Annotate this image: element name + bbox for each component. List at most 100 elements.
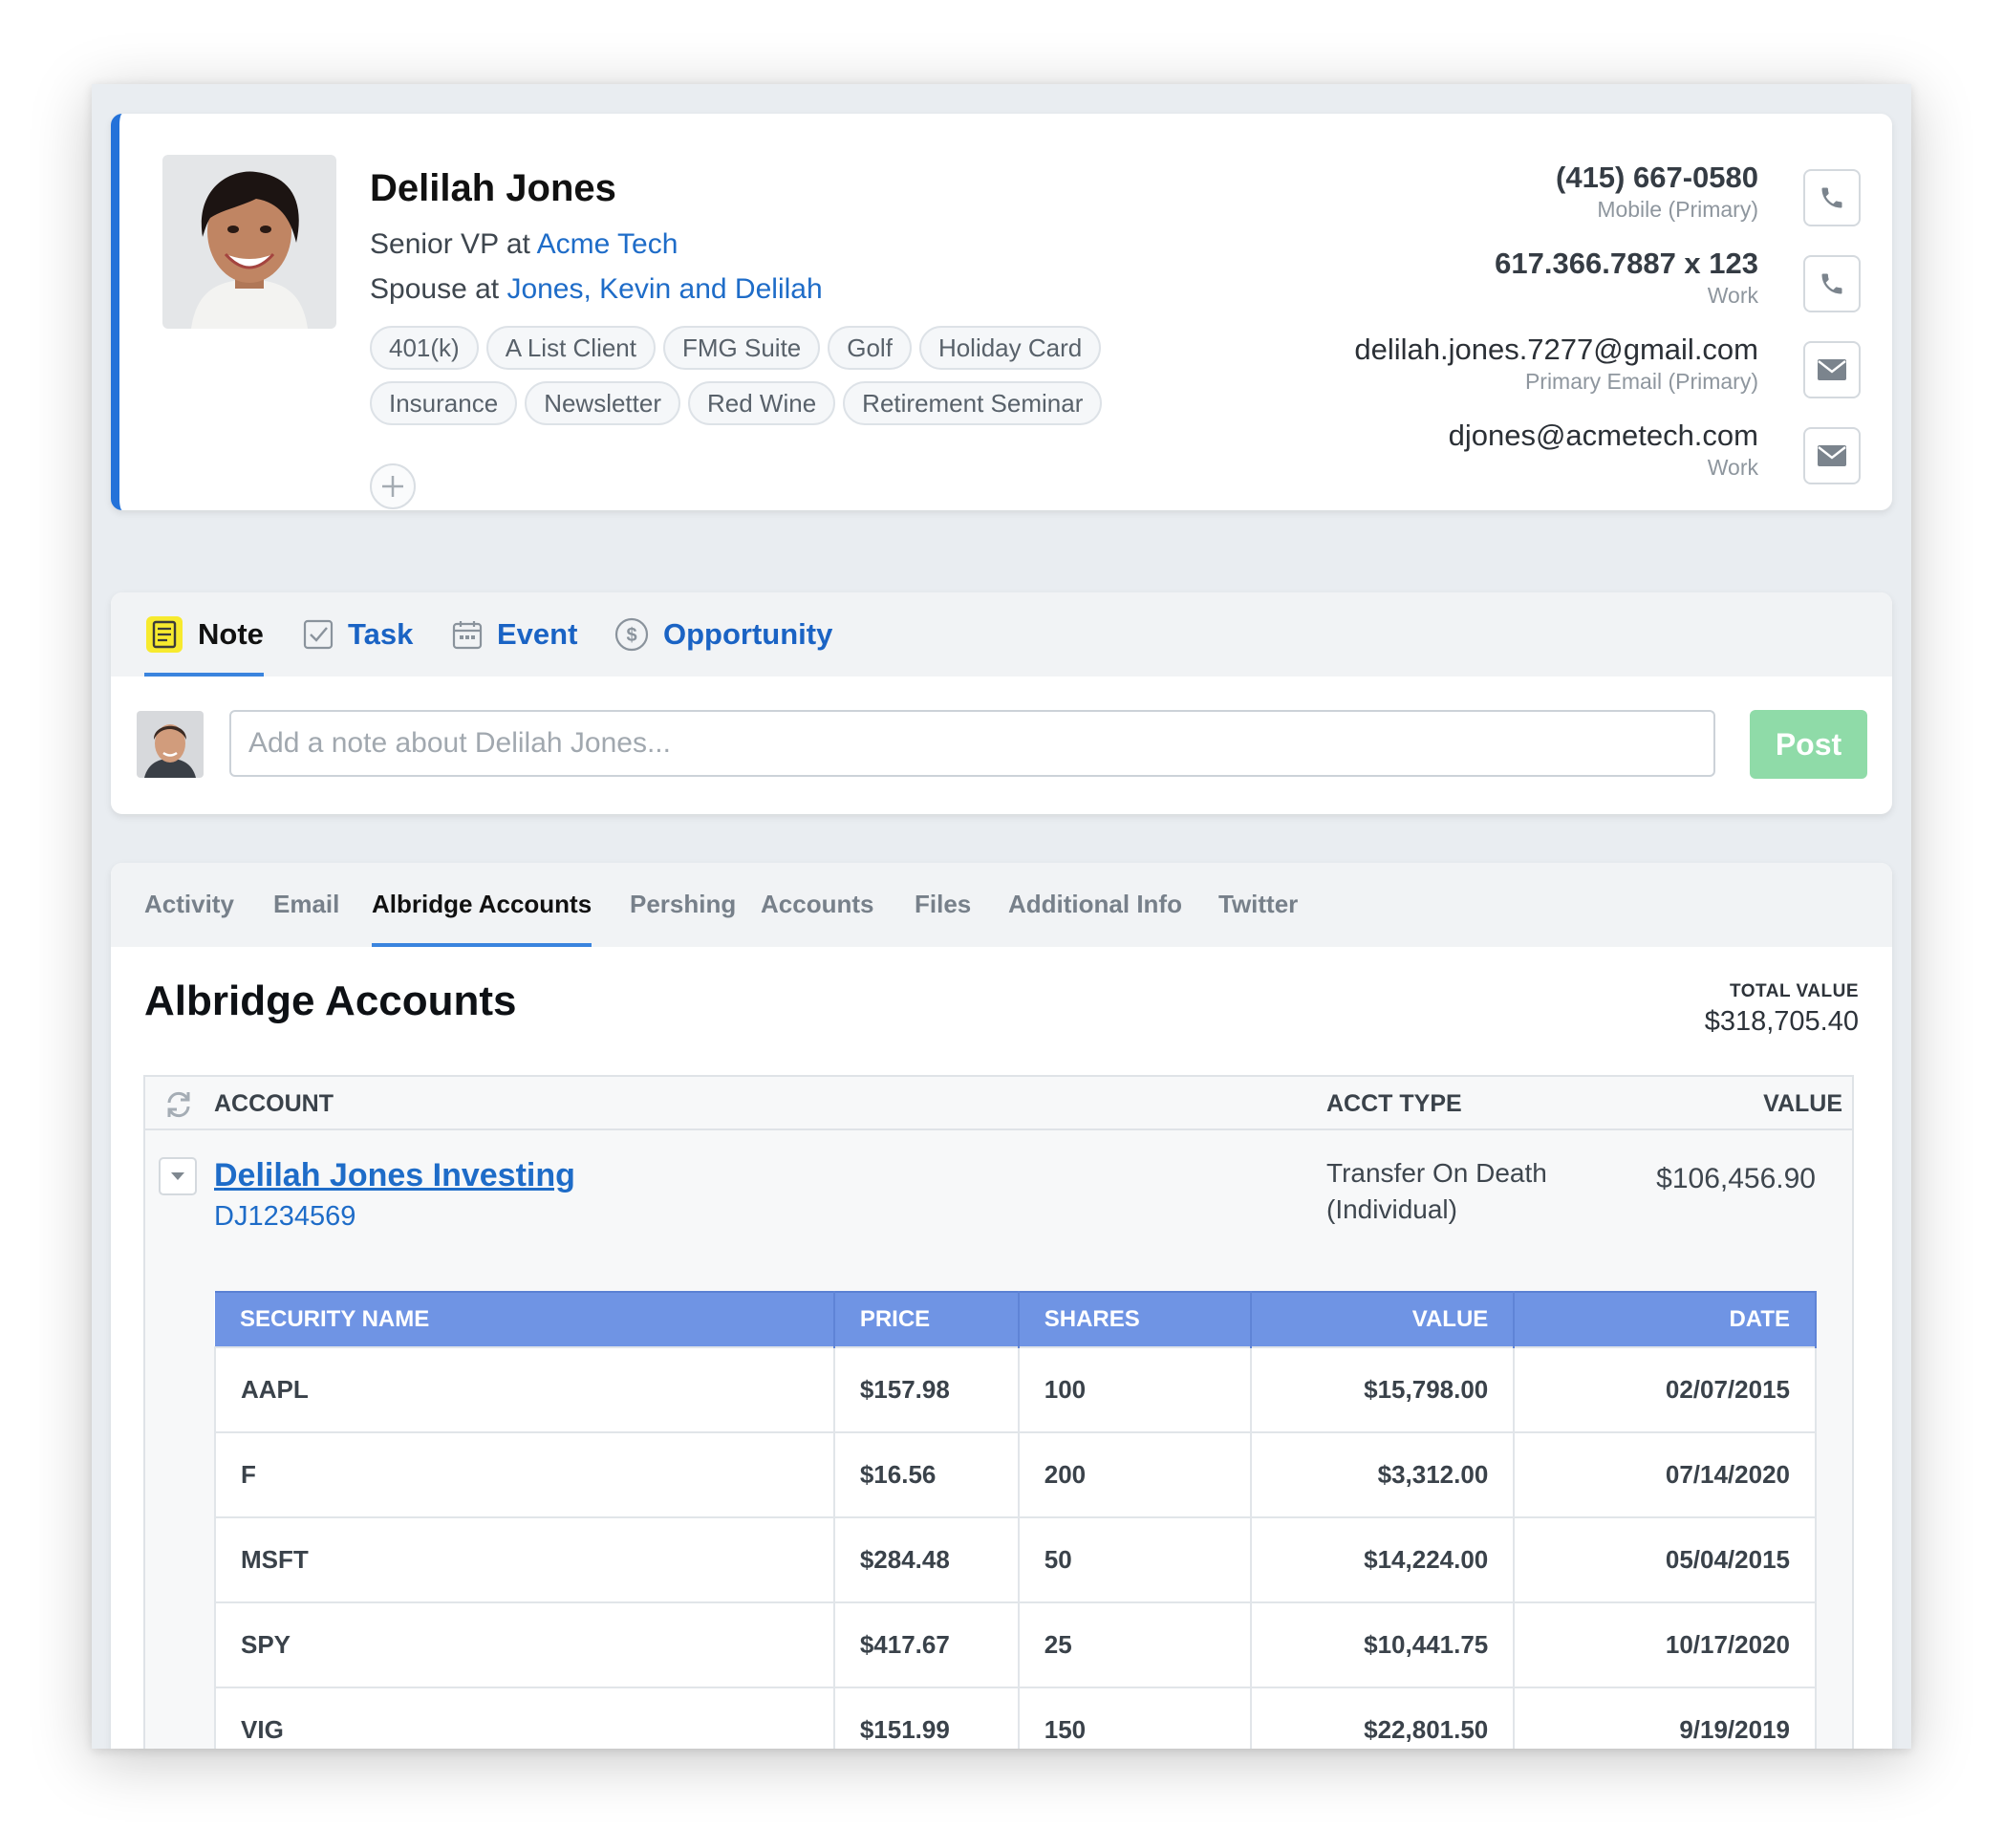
phone-work: 617.366.7887 x 123 Work [1354, 246, 1758, 332]
security-value: $22,801.50 [1249, 1687, 1516, 1749]
account-number: DJ1234569 [214, 1201, 356, 1232]
phone-mobile: (415) 667-0580 Mobile (Primary) [1354, 160, 1758, 246]
calendar-icon [451, 618, 484, 651]
tab-activity[interactable]: Activity [144, 863, 234, 947]
tab-event-label: Event [497, 617, 578, 651]
tag[interactable]: Retirement Seminar [843, 381, 1103, 425]
security-value: $15,798.00 [1249, 1346, 1516, 1433]
tab-additional-info[interactable]: Additional Info [1008, 863, 1182, 947]
security-price: $151.99 [832, 1687, 1020, 1749]
tab-note[interactable]: Note [144, 592, 264, 677]
tab-task-label: Task [348, 617, 414, 651]
account-name-link[interactable]: Delilah Jones Investing [214, 1157, 575, 1194]
phone-label: Mobile (Primary) [1597, 197, 1758, 222]
call-work-button[interactable] [1803, 255, 1861, 312]
phone-label: Work [1707, 283, 1758, 308]
security-price: $284.48 [832, 1516, 1020, 1603]
email-work: djones@acmetech.com Work [1354, 418, 1758, 504]
contact-relation: Spouse at Jones, Kevin and Delilah [370, 273, 823, 306]
table-row: SPY $417.67 25 $10,441.75 10/17/2020 [214, 1601, 1817, 1688]
col-shares[interactable]: SHARES [1018, 1291, 1252, 1347]
phone-number[interactable]: 617.366.7887 x 123 [1354, 246, 1758, 282]
tab-pershing[interactable]: Pershing [630, 863, 736, 947]
security-date: 9/19/2019 [1513, 1687, 1817, 1749]
security-price: $417.67 [832, 1601, 1020, 1688]
contact-title: Senior VP at Acme Tech [370, 228, 678, 261]
svg-text:$: $ [626, 625, 636, 646]
expand-toggle[interactable] [159, 1157, 197, 1195]
activity-composer: Note Task Event $ Opportunity Add a note… [111, 592, 1892, 814]
email-address[interactable]: djones@acmetech.com [1354, 418, 1758, 454]
tag[interactable]: Red Wine [688, 381, 836, 425]
contact-methods: (415) 667-0580 Mobile (Primary) 617.366.… [1354, 160, 1758, 504]
tab-files[interactable]: Files [915, 863, 971, 947]
security-name: AAPL [214, 1346, 835, 1433]
security-price: $157.98 [832, 1346, 1020, 1433]
user-avatar [137, 711, 204, 778]
tag[interactable]: FMG Suite [663, 326, 821, 370]
composer-tabs: Note Task Event $ Opportunity [111, 592, 1892, 677]
security-shares: 100 [1017, 1346, 1252, 1433]
col-security-name[interactable]: SECURITY NAME [215, 1291, 835, 1347]
phone-number[interactable]: (415) 667-0580 [1354, 160, 1758, 196]
panel-tabs: Activity Email Albridge Accounts Pershin… [111, 863, 1892, 947]
tag[interactable]: Holiday Card [918, 326, 1102, 370]
securities-table: SECURITY NAME PRICE SHARES VALUE DATE AA… [214, 1291, 1817, 1749]
security-name: MSFT [214, 1516, 835, 1603]
tag[interactable]: A List Client [485, 326, 656, 370]
note-icon [144, 614, 184, 655]
company-link[interactable]: Acme Tech [537, 228, 678, 260]
security-shares: 200 [1017, 1431, 1252, 1518]
add-tag-button[interactable] [370, 463, 416, 509]
tab-task[interactable]: Task [302, 592, 413, 677]
tab-opportunity[interactable]: $ Opportunity [614, 592, 832, 677]
phone-icon [1821, 273, 1842, 294]
mail-icon [1818, 359, 1846, 380]
col-account: ACCOUNT [214, 1090, 334, 1117]
table-row: VIG $151.99 150 $22,801.50 9/19/2019 [214, 1687, 1817, 1749]
table-row: MSFT $284.48 50 $14,224.00 05/04/2015 [214, 1516, 1817, 1603]
email-work-button[interactable] [1803, 427, 1861, 484]
tab-twitter[interactable]: Twitter [1218, 863, 1298, 947]
tab-email[interactable]: Email [273, 863, 339, 947]
tag[interactable]: Golf [828, 326, 912, 370]
security-date: 07/14/2020 [1513, 1431, 1817, 1518]
accounts-table-header: ACCOUNT ACCT TYPE VALUE [145, 1077, 1852, 1130]
tag-list: 401(k) A List Client FMG Suite Golf Holiday … [370, 326, 1153, 437]
security-name: VIG [214, 1687, 835, 1749]
security-price: $16.56 [832, 1431, 1020, 1518]
col-value[interactable]: VALUE [1250, 1291, 1516, 1347]
dollar-icon: $ [614, 616, 650, 653]
security-value: $10,441.75 [1249, 1601, 1516, 1688]
security-value: $3,312.00 [1249, 1431, 1516, 1518]
col-date[interactable]: DATE [1514, 1291, 1817, 1347]
security-shares: 50 [1017, 1516, 1252, 1603]
post-button[interactable]: Post [1750, 710, 1867, 779]
security-name: F [214, 1431, 835, 1518]
tab-accounts[interactable]: Accounts [761, 863, 873, 947]
tag[interactable]: Insurance [370, 381, 518, 425]
total-value-label: TOTAL VALUE [1730, 981, 1859, 1001]
plus-icon [382, 476, 403, 497]
section-title: Albridge Accounts [144, 978, 517, 1024]
refresh-icon[interactable] [162, 1088, 195, 1121]
account-type-line: (Individual) [1326, 1194, 1457, 1224]
security-name: SPY [214, 1601, 835, 1688]
account-type-line: Transfer On Death [1326, 1158, 1547, 1188]
contact-avatar [162, 155, 336, 329]
household-link[interactable]: Jones, Kevin and Delilah [506, 273, 822, 305]
tag[interactable]: 401(k) [370, 326, 479, 370]
account-value: $106,456.90 [1656, 1163, 1816, 1194]
email-primary-button[interactable] [1803, 341, 1861, 398]
tab-albridge-accounts[interactable]: Albridge Accounts [372, 863, 592, 947]
tag[interactable]: Newsletter [525, 381, 681, 425]
table-row: AAPL $157.98 100 $15,798.00 02/07/2015 [214, 1346, 1817, 1433]
col-value: VALUE [1763, 1090, 1842, 1117]
contact-name: Delilah Jones [370, 167, 616, 209]
call-mobile-button[interactable] [1803, 169, 1861, 226]
email-address[interactable]: delilah.jones.7277@gmail.com [1354, 332, 1758, 368]
col-price[interactable]: PRICE [833, 1291, 1020, 1347]
note-input[interactable] [229, 710, 1715, 777]
tab-event[interactable]: Event [451, 592, 577, 677]
accounts-panel: Activity Email Albridge Accounts Pershin… [111, 863, 1892, 1749]
